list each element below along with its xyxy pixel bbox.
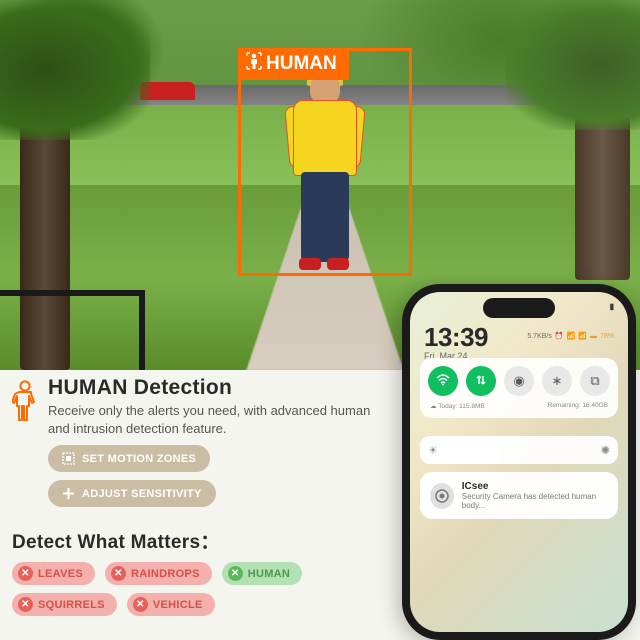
- quick-settings-panel: ◉ ∗ ⧉ ☁ Today: 115.8MB Remaining: 16.40G…: [420, 358, 618, 418]
- sun-icon: ☀: [428, 444, 438, 457]
- visibility-toggle[interactable]: ◉: [504, 366, 534, 396]
- notification-message: Security Camera has detected human body.…: [462, 492, 608, 510]
- detect-what-matters-title: Detect What Matters：: [12, 527, 392, 554]
- x-icon: ✕: [18, 566, 33, 581]
- zones-icon: [62, 452, 75, 465]
- signal-icon: ▮: [610, 302, 614, 311]
- info-title: HUMAN Detection: [48, 376, 378, 400]
- detection-bounding-box: HUMAN: [238, 48, 412, 276]
- data-remaining: 16.40GB: [582, 402, 608, 409]
- eye-icon: ◉: [513, 373, 524, 389]
- bluetooth-icon: ∗: [552, 373, 563, 389]
- detection-label-text: HUMAN: [266, 53, 337, 75]
- phone-screen: 13:39 ▮ 13:39 Fri, Mar 24 5.7KB/s ⏰ 📶 📶 …: [410, 292, 628, 632]
- cloud-icon: ☁: [430, 403, 437, 410]
- chip-leaves: ✕LEAVES: [12, 562, 95, 585]
- chip-vehicle: ✕VEHICLE: [127, 593, 215, 616]
- app-icon: [430, 483, 454, 509]
- detection-chips: ✕LEAVES ✕RAINDROPS ✕HUMAN ✕SQUIRRELS ✕VE…: [12, 562, 312, 616]
- data-today: 115.8MB: [459, 403, 485, 410]
- battery-icon: ▬: [590, 333, 597, 340]
- chip-raindrops: ✕RAINDROPS: [105, 562, 212, 585]
- human-icon: [246, 52, 262, 76]
- mobile-data-toggle[interactable]: [466, 366, 496, 396]
- button-label: ADJUST SENSITIVITY: [82, 488, 202, 500]
- data-icon: [475, 374, 487, 389]
- set-motion-zones-button[interactable]: SET MOTION ZONES: [48, 445, 210, 472]
- net-speed: 5.7KB/s: [527, 333, 552, 340]
- adjust-sensitivity-button[interactable]: ADJUST SENSITIVITY: [48, 480, 216, 507]
- screenshot-toggle[interactable]: ⧉: [580, 366, 610, 396]
- auto-brightness-icon: ✺: [601, 444, 610, 457]
- check-icon: ✕: [228, 566, 243, 581]
- button-label: SET MOTION ZONES: [82, 453, 196, 465]
- detection-label: HUMAN: [238, 48, 349, 80]
- signal-icon: 📶: [567, 332, 576, 340]
- human-icon: [12, 380, 38, 426]
- wifi-icon: [436, 373, 450, 390]
- wifi-toggle[interactable]: [428, 366, 458, 396]
- x-icon: ✕: [133, 597, 148, 612]
- x-icon: ✕: [18, 597, 33, 612]
- screenshot-icon: ⧉: [590, 373, 599, 389]
- chip-human: ✕HUMAN: [222, 562, 302, 585]
- sensitivity-icon: [62, 487, 75, 500]
- bluetooth-toggle[interactable]: ∗: [542, 366, 572, 396]
- brightness-slider[interactable]: ☀ ✺: [420, 436, 618, 464]
- notification-app-name: ICsee: [462, 481, 608, 492]
- info-panel: HUMAN Detection Receive only the alerts …: [12, 376, 392, 616]
- x-icon: ✕: [111, 566, 126, 581]
- phone-mockup: 13:39 ▮ 13:39 Fri, Mar 24 5.7KB/s ⏰ 📶 📶 …: [402, 284, 636, 640]
- info-description: Receive only the alerts you need, with a…: [48, 402, 378, 437]
- notification-card[interactable]: ICsee Security Camera has detected human…: [420, 472, 618, 519]
- battery-percent: 78%: [600, 333, 614, 340]
- lock-screen-time: 13:39: [424, 322, 488, 353]
- chip-squirrels: ✕SQUIRRELS: [12, 593, 117, 616]
- alarm-icon: ⏰: [555, 332, 564, 340]
- wifi-icon: 📶: [578, 332, 587, 340]
- status-bar: 13:39 ▮: [410, 302, 628, 311]
